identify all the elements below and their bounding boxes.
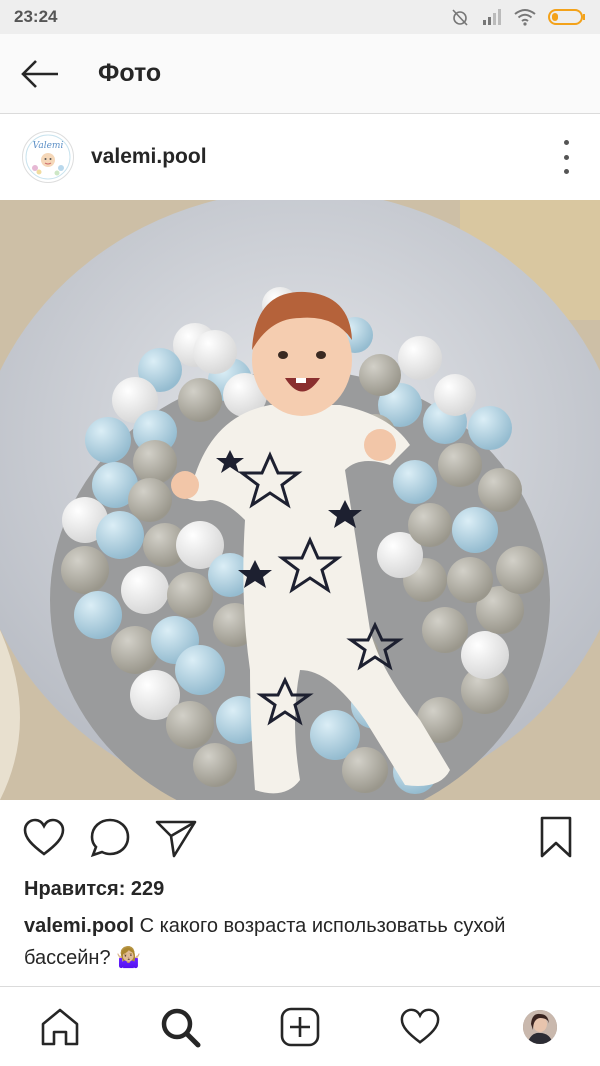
home-icon [41,1008,79,1046]
heart-icon [400,1008,440,1044]
status-icons [450,7,586,27]
battery-icon [548,9,585,25]
nav-search[interactable] [140,987,220,1066]
search-icon [161,1008,201,1048]
profile-avatar [523,1010,557,1044]
status-bar: 23:24 [0,0,600,34]
profile-photo [523,1010,557,1044]
avatar-logo-text: Valemi [33,141,64,151]
send-icon [155,820,197,858]
more-options-button[interactable] [558,140,574,174]
avatar[interactable]: Valemi [22,131,74,183]
comment-icon [90,818,130,858]
photo-illustration [0,200,600,800]
alarm-off-icon [452,9,468,26]
more-vertical-icon [563,140,569,145]
post-caption: valemi.pool С какого возраста использова… [24,910,580,974]
back-button[interactable] [0,34,80,114]
wifi-icon [514,9,536,26]
post-photo[interactable] [0,200,600,800]
nav-activity[interactable] [380,987,460,1066]
nav-profile[interactable] [500,987,580,1066]
page-title: Фото [98,59,162,87]
nav-add[interactable] [260,987,340,1066]
more-dot [563,169,569,174]
comment-button[interactable] [88,816,132,865]
post-header: Valemi valemi.pool [0,114,600,200]
app-header: Фото [0,34,600,114]
nav-home[interactable] [20,987,100,1066]
caption-username[interactable]: valemi.pool [24,915,134,937]
likes-count[interactable]: Нравится: 229 [24,878,164,901]
save-button[interactable] [534,816,578,865]
add-post-icon [280,1007,320,1047]
post-actions [0,810,600,868]
signal-icon [483,9,501,25]
arrow-left-icon [21,59,58,88]
share-button[interactable] [154,816,198,865]
heart-icon [23,818,65,856]
bookmark-icon [540,816,572,858]
like-button[interactable] [22,816,66,865]
post-username[interactable]: valemi.pool [91,145,207,169]
bottom-nav [0,986,600,1066]
status-time: 23:24 [14,7,58,26]
more-dot [563,154,569,160]
brand-logo-icon: Valemi [24,133,72,181]
